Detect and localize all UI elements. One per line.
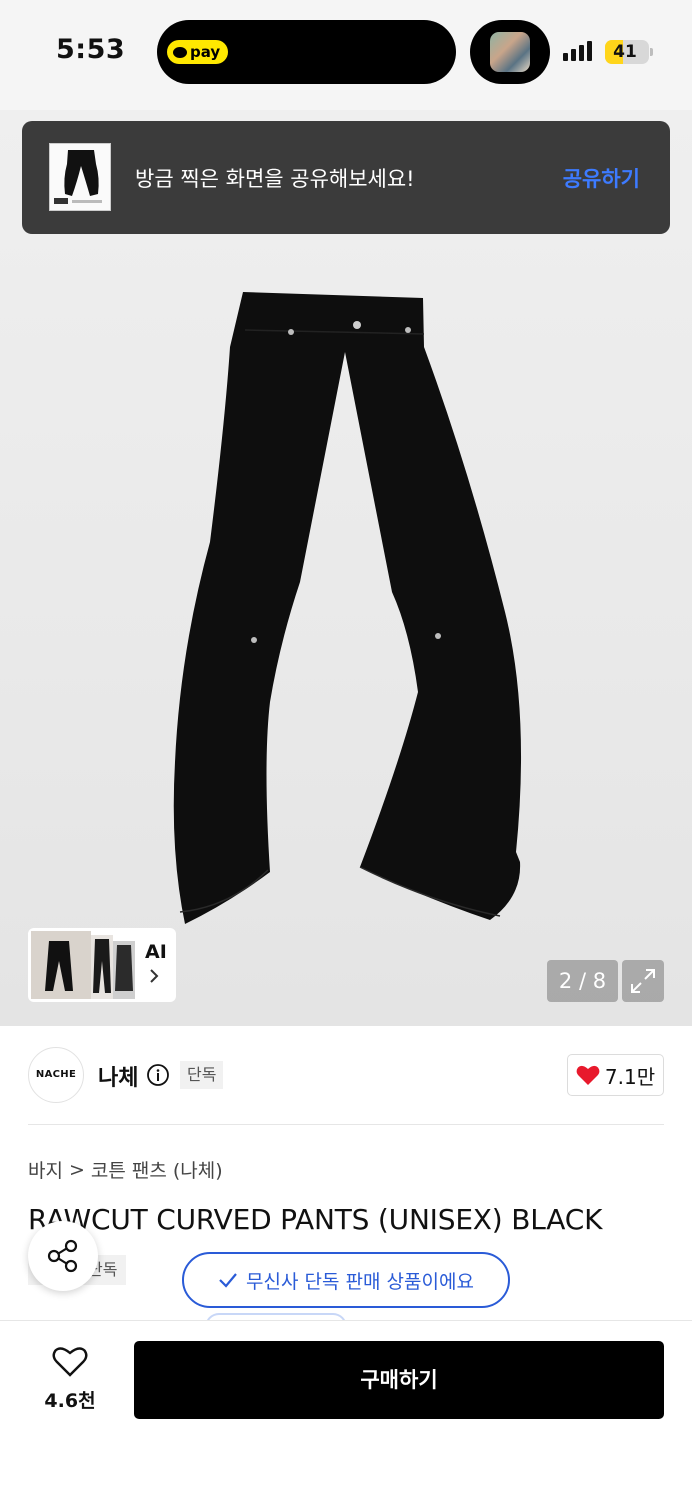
heart-outline-icon bbox=[52, 1347, 88, 1377]
expand-image-button[interactable] bbox=[622, 960, 664, 1002]
check-icon bbox=[219, 1273, 237, 1288]
share-toast: 방금 찍은 화면을 공유해보세요! 공유하기 bbox=[22, 121, 670, 234]
product-title: RAWCUT CURVED PANTS (UNISEX) BLACK bbox=[28, 1203, 603, 1236]
exclusive-badge: 단독 bbox=[180, 1061, 224, 1089]
product-image bbox=[173, 292, 522, 924]
breadcrumb-separator: > bbox=[68, 1158, 85, 1181]
share-toast-message: 방금 찍은 화면을 공유해보세요! bbox=[135, 167, 415, 191]
battery-indicator: 41 bbox=[605, 40, 649, 64]
breadcrumb: 바지 > 코튼 팬츠 (나체) bbox=[28, 1156, 223, 1183]
image-counter: 2 / 8 bbox=[547, 960, 618, 1002]
brand-logo[interactable]: NACHE bbox=[28, 1047, 84, 1103]
heart-icon bbox=[576, 1065, 600, 1085]
live-activity-thumbnail bbox=[490, 32, 530, 72]
divider bbox=[28, 1124, 664, 1125]
pay-label: pay bbox=[190, 43, 221, 61]
screenshot-thumbnail[interactable] bbox=[49, 143, 111, 211]
expand-icon bbox=[631, 969, 655, 993]
buy-button[interactable]: 구매하기 bbox=[134, 1341, 664, 1419]
breadcrumb-category[interactable]: 바지 bbox=[28, 1156, 63, 1183]
share-icon bbox=[47, 1239, 78, 1273]
screenshot-preview bbox=[50, 144, 110, 210]
brand-name[interactable]: 나체 bbox=[98, 1060, 138, 1092]
chevron-right-icon bbox=[148, 968, 160, 989]
exclusive-verified-label: 무신사 단독 판매 상품이에요 bbox=[246, 1270, 474, 1293]
exclusive-verified-pill[interactable]: 무신사 단독 판매 상품이에요 bbox=[182, 1252, 510, 1308]
brand-like-count: 7.1만 bbox=[604, 1064, 656, 1089]
battery-nub bbox=[650, 48, 653, 56]
brand-like-button[interactable]: 7.1만 bbox=[567, 1054, 664, 1096]
pay-icon bbox=[173, 46, 187, 58]
pay-badge: pay bbox=[167, 40, 229, 64]
share-fab-button[interactable] bbox=[28, 1221, 98, 1291]
share-button[interactable]: 공유하기 bbox=[563, 163, 640, 193]
wishlist-count: 4.6천 bbox=[44, 1390, 96, 1412]
info-icon[interactable] bbox=[146, 1063, 170, 1087]
ai-style-thumbnails bbox=[31, 931, 135, 999]
live-activity[interactable] bbox=[470, 20, 550, 84]
signal-icon bbox=[563, 41, 592, 61]
battery-level: 41 bbox=[613, 42, 637, 62]
dynamic-island[interactable]: pay bbox=[157, 20, 456, 84]
wishlist-button[interactable]: 4.6천 bbox=[28, 1344, 112, 1416]
breadcrumb-subcategory[interactable]: 코튼 팬츠 (나체) bbox=[91, 1156, 223, 1183]
ai-label: AI bbox=[145, 941, 167, 963]
ai-style-card[interactable]: AI bbox=[28, 928, 176, 1002]
status-time: 5:53 bbox=[56, 34, 126, 65]
